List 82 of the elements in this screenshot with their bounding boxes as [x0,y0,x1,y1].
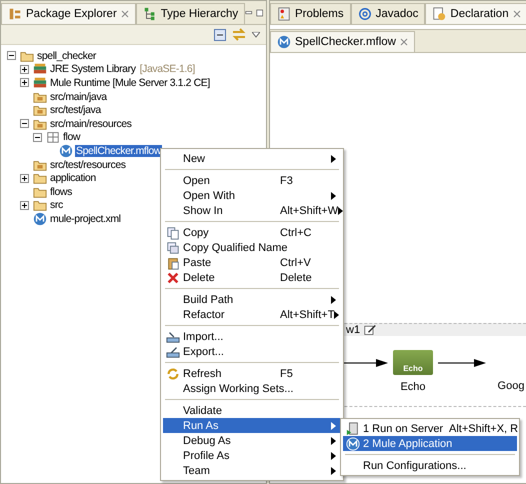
package-explorer-icon [8,7,22,21]
tree-item[interactable]: src [49,199,64,212]
menu-item[interactable]: Import... [163,329,341,344]
expand-icon[interactable] [20,64,29,74]
menu-item[interactable]: Assign Working Sets... [163,381,341,396]
tree-item[interactable]: flows [49,186,73,198]
close-icon[interactable] [512,10,521,18]
tree-item[interactable]: flow [62,131,82,144]
declaration-icon [432,7,446,21]
arrow-icon [438,358,486,368]
expand-icon[interactable] [20,174,29,183]
folder-icon [33,198,47,212]
tree-item-decoration: [JavaSE-1.6] [140,63,195,76]
node-label: Goog [498,380,524,392]
view-tab[interactable]: Javadoc [350,3,426,24]
menu-item[interactable]: Paste Ctrl+V [163,255,341,270]
menu-item[interactable]: Open With [163,188,341,203]
package-folder-icon [33,103,47,118]
tree-item[interactable]: JRE System Library [49,63,137,76]
tree-item[interactable]: application [49,172,97,184]
mule-icon [33,212,47,226]
maximize-icon[interactable] [256,8,263,18]
close-icon[interactable] [400,38,408,46]
menu-item[interactable]: Export... [163,344,341,359]
collapse-icon[interactable] [20,119,29,128]
menu-item[interactable]: Debug As [163,433,341,448]
clipboard-icon [166,256,180,270]
menu-item[interactable]: 2 Mule Application [343,436,517,451]
copy-icon [166,226,180,240]
copy-icon [166,240,180,254]
hierarchy-icon [142,7,157,21]
view-tab[interactable]: Problems [270,3,351,24]
books-icon [33,76,47,90]
view-tab[interactable]: Declaration [425,3,526,24]
view-tab[interactable]: Package Explorer [1,3,136,24]
menu-item[interactable]: Run As [163,418,341,433]
expand-icon[interactable] [20,78,29,88]
menu-item[interactable]: Profile As [163,448,341,463]
tree-item[interactable]: src/test/java [49,104,102,116]
expand-icon[interactable] [20,200,29,210]
tree-item[interactable]: spell_checker [36,50,97,62]
problems-icon [277,7,291,21]
menu-item[interactable]: Validate [163,403,341,418]
books-icon [33,62,47,76]
flow-name: w1 [346,324,360,336]
view-tab[interactable]: Type Hierarchy [136,3,246,24]
editor-tab[interactable]: SpellChecker.mflow [270,31,415,52]
mule-icon [277,35,291,49]
export-icon [166,344,180,358]
mule-icon [59,144,73,158]
menu-item[interactable]: 1 Run on Server Alt+Shift+X, R [343,421,517,436]
edit-icon [364,324,376,336]
tree-item[interactable]: src/main/resources [49,118,132,130]
echo-node[interactable]: Echo [393,350,433,375]
menu-item[interactable]: Run Configurations... [343,458,517,473]
folder-icon [33,171,47,186]
menu-item[interactable]: Team [163,463,341,478]
menu-item[interactable]: New [163,151,341,166]
close-icon[interactable] [120,10,129,18]
menu-item[interactable]: Open F3 [163,173,341,188]
import-icon [166,330,180,344]
package-icon [46,130,60,144]
menu-item[interactable]: Refresh F5 [163,366,341,381]
collapse-icon[interactable] [33,132,42,142]
tree-item[interactable]: mule-project.xml [49,212,122,225]
menu-item[interactable]: Show In Alt+Shift+W [163,203,341,218]
menu-item[interactable]: Build Path [163,292,341,307]
mule-icon [346,436,360,450]
refresh-icon [166,366,180,380]
tree-item[interactable]: SpellChecker.mflow [75,144,162,157]
collapse-icon[interactable] [7,51,16,60]
collapse-all-icon[interactable] [214,28,226,40]
tree-item[interactable]: Mule Runtime [Mule Server 3.1.2 CE] [49,76,211,89]
tree-item[interactable]: src/main/java [49,90,108,103]
menu-item[interactable]: Delete Delete [163,270,341,285]
tree-item[interactable]: src/test/resources [49,158,127,171]
view-menu-icon[interactable] [252,32,260,38]
menu-item[interactable]: Copy Qualified Name [163,240,341,255]
delete-icon [166,270,180,284]
node-label: Echo [400,381,426,393]
server-icon [346,422,360,436]
menu-item[interactable]: Copy Ctrl+C [163,225,341,240]
